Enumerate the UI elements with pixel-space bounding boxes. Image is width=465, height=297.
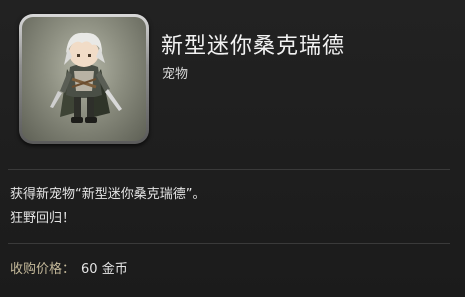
item-name: 新型迷你桑克瑞德 bbox=[161, 34, 346, 59]
item-type: 宠物 bbox=[162, 67, 189, 82]
chibi-character-icon bbox=[22, 17, 146, 141]
item-icon-frame bbox=[19, 14, 149, 144]
divider bbox=[8, 169, 450, 170]
divider bbox=[8, 243, 450, 244]
price-label: 收购价格： bbox=[10, 262, 76, 277]
price-row: 收购价格： 60 金币 bbox=[10, 258, 128, 277]
description-line-2: 狂野回归！ bbox=[10, 211, 76, 226]
description-line-1: 获得新宠物“新型迷你桑克瑞德”。 bbox=[10, 187, 206, 202]
item-tooltip: 新型迷你桑克瑞德 宠物 获得新宠物“新型迷你桑克瑞德”。 狂野回归！ 收购价格：… bbox=[0, 0, 465, 297]
price-value: 60 金币 bbox=[81, 262, 128, 277]
